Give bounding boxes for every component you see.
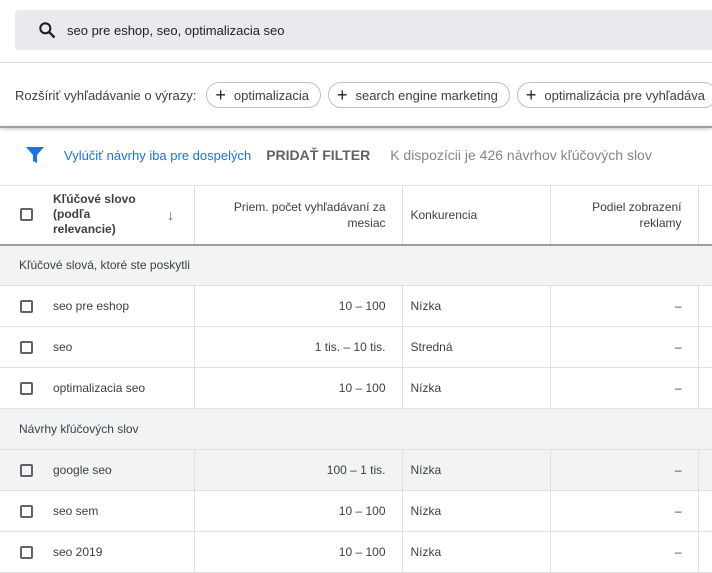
competition: Nízka (402, 285, 551, 327)
select-all-checkbox[interactable] (20, 208, 33, 222)
table-row[interactable]: seo 1 tis. – 10 tis. Stredná – (0, 326, 712, 368)
avg-searches: 10 – 100 (194, 531, 403, 573)
avg-searches: 100 – 1 tis. (194, 449, 403, 491)
group-title: Kľúčové slová, ktoré ste poskytli (0, 244, 712, 286)
header-competition[interactable]: Konkurencia (411, 208, 478, 222)
chip-search-engine-marketing[interactable]: + search engine marketing (328, 82, 510, 108)
plus-icon: + (215, 84, 226, 105)
table-row[interactable]: seo pre eshop 10 – 100 Nízka – (0, 285, 712, 327)
keyword: seo (53, 340, 73, 354)
sort-arrow-icon[interactable]: ↓ (167, 207, 174, 223)
table-row[interactable]: seo 2019 10 – 100 Nízka – (0, 531, 712, 573)
expand-label: Rozšíriť vyhľadávanie o výrazy: (15, 87, 197, 103)
add-filter-button[interactable]: PRIDAŤ FILTER (266, 147, 370, 163)
table-row[interactable]: seo sem 10 – 100 Nízka – (0, 490, 712, 532)
next-column-cell (698, 326, 712, 368)
keyword: seo pre eshop (53, 299, 130, 313)
impression-share: – (550, 531, 699, 573)
avg-searches: 1 tis. – 10 tis. (194, 326, 403, 368)
competition: Nízka (402, 367, 551, 409)
competition: Nízka (402, 531, 551, 573)
next-column-cell (698, 490, 712, 532)
competition: Nízka (402, 449, 551, 491)
impression-share: – (550, 367, 699, 409)
row-checkbox[interactable] (20, 340, 33, 354)
avg-searches: 10 – 100 (194, 367, 403, 409)
row-checkbox[interactable] (20, 299, 33, 313)
impression-share: – (550, 490, 699, 532)
next-column-cell (698, 531, 712, 573)
divider (0, 62, 712, 63)
competition: Nízka (402, 490, 551, 532)
chip-optimalizacia[interactable]: + optimalizacia (206, 82, 322, 108)
plus-icon: + (525, 84, 537, 105)
impression-share: – (550, 285, 699, 327)
table-row[interactable]: optimalizacia seo 10 – 100 Nízka – (0, 367, 712, 409)
table-row[interactable]: google seo 100 – 1 tis. Nízka – (0, 449, 712, 491)
row-checkbox[interactable] (20, 504, 33, 518)
header-impression-share[interactable]: Podiel zobrazení reklamy (592, 200, 681, 230)
header-keyword[interactable]: Kľúčové slovo (podľa relevancie) (53, 192, 155, 237)
chip-label: optimalizacia (233, 87, 310, 103)
keyword-table: Kľúčové slovo (podľa relevancie) ↓ Priem.… (0, 185, 712, 573)
filter-icon[interactable] (25, 146, 45, 164)
impression-share: – (550, 326, 699, 368)
plus-icon: + (337, 84, 348, 105)
group-header: Kľúčové slová, ktoré ste poskytli (0, 244, 712, 286)
next-column-cell (698, 285, 712, 327)
chip-label: optimalizácia pre vyhľadáva (544, 87, 706, 103)
impression-share: – (550, 449, 699, 491)
chip-label: search engine marketing (355, 87, 498, 103)
search-bar[interactable]: seo pre eshop, seo, optimalizacia seo (15, 10, 712, 50)
divider (0, 126, 712, 128)
suggestion-count: K dispozícii je 426 návrhov kľúčových sl… (390, 147, 652, 163)
search-icon (39, 22, 56, 39)
next-column-cell (698, 367, 712, 409)
group-header: Návrhy kľúčových slov (0, 408, 712, 450)
filter-bar: Vylúčiť návrhy iba pre dospelých PRIDAŤ … (25, 146, 652, 164)
expand-search-row: Rozšíriť vyhľadávanie o výrazy: + optimal… (15, 82, 712, 108)
row-checkbox[interactable] (20, 545, 33, 559)
exclude-adult-filter[interactable]: Vylúčiť návrhy iba pre dospelých (64, 148, 251, 163)
keyword: google seo (53, 463, 112, 477)
table-header: Kľúčové slovo (podľa relevancie) ↓ Priem.… (0, 185, 712, 246)
header-searches[interactable]: Priem. počet vyhľadávaní za mesiac (234, 200, 386, 230)
avg-searches: 10 – 100 (194, 490, 403, 532)
row-checkbox[interactable] (20, 463, 33, 477)
group-title: Návrhy kľúčových slov (0, 408, 712, 450)
search-input[interactable]: seo pre eshop, seo, optimalizacia seo (67, 23, 285, 38)
avg-searches: 10 – 100 (194, 285, 403, 327)
keyword: seo 2019 (53, 545, 103, 559)
keyword: optimalizacia seo (53, 381, 146, 395)
keyword: seo sem (53, 504, 99, 518)
row-checkbox[interactable] (20, 381, 33, 395)
next-column-cell (698, 449, 712, 491)
chip-optimalizacia-pre-vyhladavace[interactable]: + optimalizácia pre vyhľadáva (516, 82, 712, 108)
competition: Stredná (402, 326, 551, 368)
